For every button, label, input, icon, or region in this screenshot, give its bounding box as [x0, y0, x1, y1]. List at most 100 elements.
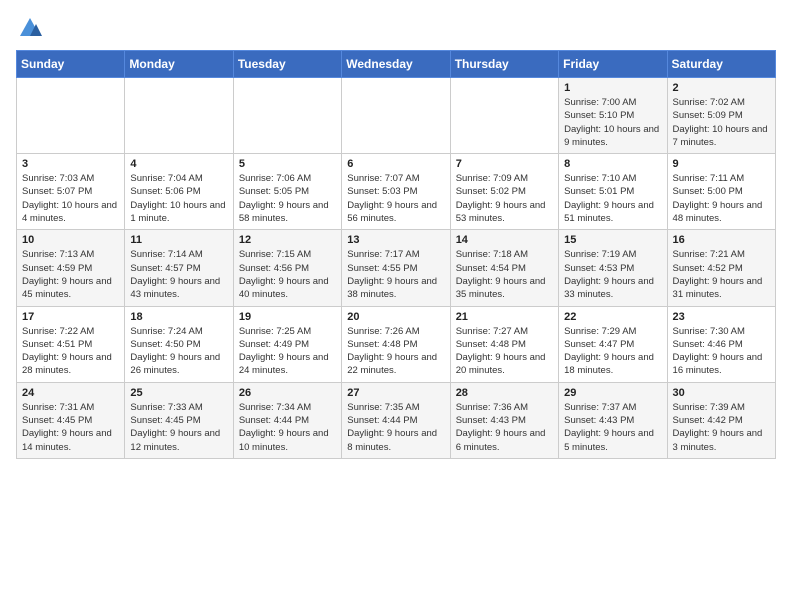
calendar-cell: 24Sunrise: 7:31 AM Sunset: 4:45 PM Dayli… [17, 382, 125, 458]
day-info: Sunrise: 7:34 AM Sunset: 4:44 PM Dayligh… [239, 401, 336, 454]
calendar-cell: 8 Sunrise: 7:10 AM Sunset: 5:01 PM Daylig… [559, 154, 667, 230]
day-info: Sunrise: 7:26 AM Sunset: 4:48 PM Dayligh… [347, 325, 444, 378]
calendar-cell: 2Sunrise: 7:02 AM Sunset: 5:09 PM Daylig… [667, 78, 775, 154]
calendar-cell: 14 Sunrise: 7:18 AM Sunset: 4:54 PM Dayli… [450, 230, 558, 306]
day-number: 22 [564, 311, 661, 323]
day-info: Sunrise: 7:00 AM Sunset: 5:10 PM Dayligh… [564, 96, 661, 149]
day-info: Sunrise: 7:21 AM Sunset: 4:52 PM Dayligh… [673, 248, 770, 301]
day-number: 17 [22, 311, 119, 323]
page-header [16, 16, 776, 40]
calendar-week-row: 24Sunrise: 7:31 AM Sunset: 4:45 PM Dayli… [17, 382, 776, 458]
day-number: 5 [239, 158, 336, 170]
day-number: 12 [239, 234, 336, 246]
day-number: 26 [239, 387, 336, 399]
weekday-header: Monday [125, 51, 233, 78]
calendar-cell: 21 Sunrise: 7:27 AM Sunset: 4:48 PM Dayli… [450, 306, 558, 382]
day-info: Sunrise: 7:10 AM Sunset: 5:01 PM Dayligh… [564, 172, 661, 225]
calendar-cell: 23 Sunrise: 7:30 AM Sunset: 4:46 PM Dayli… [667, 306, 775, 382]
calendar-cell: 30 Sunrise: 7:39 AM Sunset: 4:42 PM Dayli… [667, 382, 775, 458]
day-number: 13 [347, 234, 444, 246]
day-number: 18 [130, 311, 227, 323]
calendar-cell [342, 78, 450, 154]
day-number: 6 [347, 158, 444, 170]
day-info: Sunrise: 7:09 AM Sunset: 5:02 PM Dayligh… [456, 172, 553, 225]
weekday-header: Friday [559, 51, 667, 78]
calendar-cell: 6 Sunrise: 7:07 AM Sunset: 5:03 PM Daylig… [342, 154, 450, 230]
calendar-cell [125, 78, 233, 154]
calendar-week-row: 17 Sunrise: 7:22 AM Sunset: 4:51 PM Dayli… [17, 306, 776, 382]
calendar-cell: 9 Sunrise: 7:11 AM Sunset: 5:00 PM Daylig… [667, 154, 775, 230]
day-info: Sunrise: 7:22 AM Sunset: 4:51 PM Dayligh… [22, 325, 119, 378]
day-info: Sunrise: 7:35 AM Sunset: 4:44 PM Dayligh… [347, 401, 444, 454]
day-number: 19 [239, 311, 336, 323]
calendar-week-row: 10 Sunrise: 7:13 AM Sunset: 4:59 PM Dayli… [17, 230, 776, 306]
calendar-cell: 1 Sunrise: 7:00 AM Sunset: 5:10 PM Daylig… [559, 78, 667, 154]
calendar-cell: 19Sunrise: 7:25 AM Sunset: 4:49 PM Dayli… [233, 306, 341, 382]
day-number: 28 [456, 387, 553, 399]
day-number: 9 [673, 158, 770, 170]
calendar-cell: 4Sunrise: 7:04 AM Sunset: 5:06 PM Daylig… [125, 154, 233, 230]
day-number: 3 [22, 158, 119, 170]
calendar-cell: 16 Sunrise: 7:21 AM Sunset: 4:52 PM Dayli… [667, 230, 775, 306]
day-info: Sunrise: 7:19 AM Sunset: 4:53 PM Dayligh… [564, 248, 661, 301]
calendar-cell: 11Sunrise: 7:14 AM Sunset: 4:57 PM Dayli… [125, 230, 233, 306]
calendar-cell: 7 Sunrise: 7:09 AM Sunset: 5:02 PM Daylig… [450, 154, 558, 230]
calendar-cell: 5 Sunrise: 7:06 AM Sunset: 5:05 PM Daylig… [233, 154, 341, 230]
day-number: 30 [673, 387, 770, 399]
calendar-cell: 18 Sunrise: 7:24 AM Sunset: 4:50 PM Dayli… [125, 306, 233, 382]
calendar-cell: 20 Sunrise: 7:26 AM Sunset: 4:48 PM Dayli… [342, 306, 450, 382]
day-info: Sunrise: 7:03 AM Sunset: 5:07 PM Dayligh… [22, 172, 119, 225]
calendar-cell: 28 Sunrise: 7:36 AM Sunset: 4:43 PM Dayli… [450, 382, 558, 458]
day-info: Sunrise: 7:36 AM Sunset: 4:43 PM Dayligh… [456, 401, 553, 454]
day-info: Sunrise: 7:33 AM Sunset: 4:45 PM Dayligh… [130, 401, 227, 454]
calendar-cell: 17 Sunrise: 7:22 AM Sunset: 4:51 PM Dayli… [17, 306, 125, 382]
logo-icon [18, 16, 42, 40]
day-number: 10 [22, 234, 119, 246]
calendar-cell: 26 Sunrise: 7:34 AM Sunset: 4:44 PM Dayli… [233, 382, 341, 458]
calendar-cell [17, 78, 125, 154]
day-info: Sunrise: 7:24 AM Sunset: 4:50 PM Dayligh… [130, 325, 227, 378]
day-number: 11 [130, 234, 227, 246]
day-info: Sunrise: 7:07 AM Sunset: 5:03 PM Dayligh… [347, 172, 444, 225]
day-number: 8 [564, 158, 661, 170]
day-number: 23 [673, 311, 770, 323]
day-info: Sunrise: 7:18 AM Sunset: 4:54 PM Dayligh… [456, 248, 553, 301]
day-number: 15 [564, 234, 661, 246]
day-number: 14 [456, 234, 553, 246]
day-info: Sunrise: 7:13 AM Sunset: 4:59 PM Dayligh… [22, 248, 119, 301]
day-info: Sunrise: 7:29 AM Sunset: 4:47 PM Dayligh… [564, 325, 661, 378]
calendar-cell: 13 Sunrise: 7:17 AM Sunset: 4:55 PM Dayli… [342, 230, 450, 306]
day-info: Sunrise: 7:11 AM Sunset: 5:00 PM Dayligh… [673, 172, 770, 225]
day-number: 7 [456, 158, 553, 170]
calendar-week-row: 3 Sunrise: 7:03 AM Sunset: 5:07 PM Daylig… [17, 154, 776, 230]
day-number: 4 [130, 158, 227, 170]
logo [16, 16, 42, 40]
day-info: Sunrise: 7:31 AM Sunset: 4:45 PM Dayligh… [22, 401, 119, 454]
day-info: Sunrise: 7:37 AM Sunset: 4:43 PM Dayligh… [564, 401, 661, 454]
day-number: 1 [564, 82, 661, 94]
day-info: Sunrise: 7:06 AM Sunset: 5:05 PM Dayligh… [239, 172, 336, 225]
day-number: 21 [456, 311, 553, 323]
calendar-cell: 25 Sunrise: 7:33 AM Sunset: 4:45 PM Dayli… [125, 382, 233, 458]
calendar-cell: 22 Sunrise: 7:29 AM Sunset: 4:47 PM Dayli… [559, 306, 667, 382]
day-number: 27 [347, 387, 444, 399]
weekday-header: Saturday [667, 51, 775, 78]
day-info: Sunrise: 7:27 AM Sunset: 4:48 PM Dayligh… [456, 325, 553, 378]
calendar-table: SundayMondayTuesdayWednesdayThursdayFrid… [16, 50, 776, 459]
day-number: 29 [564, 387, 661, 399]
weekday-header: Thursday [450, 51, 558, 78]
day-number: 25 [130, 387, 227, 399]
day-info: Sunrise: 7:17 AM Sunset: 4:55 PM Dayligh… [347, 248, 444, 301]
calendar-cell: 29 Sunrise: 7:37 AM Sunset: 4:43 PM Dayli… [559, 382, 667, 458]
calendar-cell: 15 Sunrise: 7:19 AM Sunset: 4:53 PM Dayli… [559, 230, 667, 306]
weekday-header: Tuesday [233, 51, 341, 78]
day-number: 20 [347, 311, 444, 323]
day-number: 2 [673, 82, 770, 94]
day-number: 16 [673, 234, 770, 246]
calendar-cell: 3 Sunrise: 7:03 AM Sunset: 5:07 PM Daylig… [17, 154, 125, 230]
calendar-cell [233, 78, 341, 154]
calendar-cell: 10 Sunrise: 7:13 AM Sunset: 4:59 PM Dayli… [17, 230, 125, 306]
day-info: Sunrise: 7:39 AM Sunset: 4:42 PM Dayligh… [673, 401, 770, 454]
day-info: Sunrise: 7:30 AM Sunset: 4:46 PM Dayligh… [673, 325, 770, 378]
weekday-header: Wednesday [342, 51, 450, 78]
